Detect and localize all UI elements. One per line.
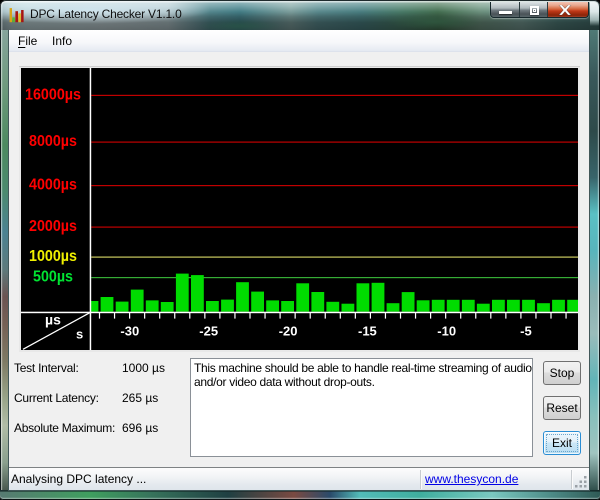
svg-text:-15: -15 (358, 324, 377, 339)
svg-text:2000µs: 2000µs (29, 218, 77, 235)
svg-text:8000µs: 8000µs (29, 133, 77, 150)
svg-text:-25: -25 (199, 324, 218, 339)
svg-text:µs: µs (45, 312, 61, 328)
svg-text:-20: -20 (279, 324, 298, 339)
svg-text:1000µs: 1000µs (29, 248, 77, 265)
svg-text:16000µs: 16000µs (25, 87, 81, 104)
svg-text:-10: -10 (437, 324, 456, 339)
svg-text:500µs: 500µs (33, 269, 73, 286)
svg-text:s: s (76, 327, 83, 342)
svg-text:-30: -30 (120, 324, 139, 339)
svg-text:-5: -5 (520, 324, 532, 339)
svg-text:4000µs: 4000µs (29, 177, 77, 194)
